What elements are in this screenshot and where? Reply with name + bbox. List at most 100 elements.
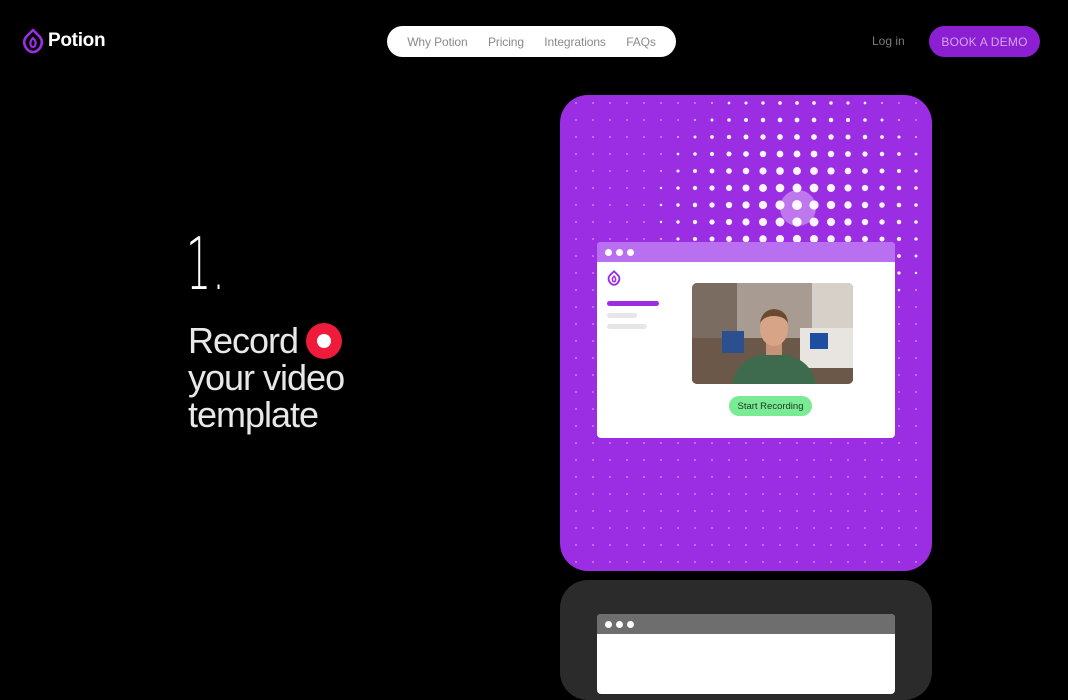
pattern-dot [709, 219, 715, 225]
pattern-dot [762, 493, 764, 495]
pattern-dot [575, 527, 577, 529]
pattern-dot [728, 442, 730, 444]
pattern-dot [709, 168, 715, 174]
pattern-dot [847, 442, 849, 444]
pattern-dot [794, 134, 800, 140]
pattern-dot [879, 168, 885, 174]
pattern-dot [915, 289, 917, 291]
pattern-dot [710, 118, 714, 122]
pattern-dot [812, 101, 816, 105]
pattern-dot [575, 459, 577, 461]
pattern-dot [864, 459, 866, 461]
nav-faqs[interactable]: FAQs [626, 35, 656, 49]
brand-name: Potion [48, 30, 106, 51]
pattern-dot [643, 187, 645, 189]
pattern-dot [881, 459, 883, 461]
pattern-dot [660, 442, 662, 444]
start-recording-button[interactable]: Start Recording [729, 396, 812, 416]
pattern-dot [609, 187, 611, 189]
nav-pricing[interactable]: Pricing [488, 35, 524, 49]
pattern-dot [676, 220, 680, 224]
pattern-dot [914, 169, 918, 173]
window-dot-icon [605, 248, 612, 256]
pattern-dot [694, 527, 696, 529]
pattern-dot [592, 510, 594, 512]
pattern-dot [660, 136, 662, 138]
nav-integrations[interactable]: Integrations [544, 35, 606, 49]
pattern-dot [915, 102, 917, 104]
pattern-dot [626, 119, 628, 121]
pattern-dot [762, 561, 764, 563]
pattern-dot [793, 167, 801, 175]
pattern-dot [609, 459, 611, 461]
window-dot-icon [616, 248, 623, 256]
pattern-dot [779, 442, 781, 444]
pattern-dot [898, 442, 900, 444]
pattern-dot [898, 459, 900, 461]
pattern-dot [762, 544, 764, 546]
pattern-dot [592, 306, 594, 308]
pattern-dot [758, 200, 768, 210]
pattern-dot [864, 476, 866, 478]
pattern-dot [796, 544, 798, 546]
pattern-dot [898, 510, 900, 512]
pattern-dot [709, 202, 715, 208]
pattern-dot [643, 476, 645, 478]
pattern-dot [609, 136, 611, 138]
pattern-dot [592, 391, 594, 393]
pattern-dot [898, 306, 900, 308]
pattern-dot [711, 442, 713, 444]
pattern-dot [643, 170, 645, 172]
pattern-dot [677, 459, 679, 461]
pattern-dot [898, 323, 900, 325]
pattern-dot [643, 442, 645, 444]
pattern-dot [762, 442, 764, 444]
brand-logo[interactable]: Potion [22, 28, 106, 54]
pattern-dot [677, 442, 679, 444]
pattern-dot [660, 527, 662, 529]
pattern-dot [915, 493, 917, 495]
pattern-dot [575, 408, 577, 410]
pattern-dot [762, 510, 764, 512]
pattern-dot [898, 391, 900, 393]
pattern-dot [592, 272, 594, 274]
pattern-dot [844, 201, 852, 209]
pattern-dot [898, 476, 900, 478]
pattern-dot [915, 119, 917, 121]
pattern-dot [659, 186, 663, 190]
pattern-dot [847, 510, 849, 512]
pattern-dot [609, 442, 611, 444]
pattern-dot [728, 527, 730, 529]
pattern-dot [898, 102, 900, 104]
pattern-dot [694, 442, 696, 444]
pattern-dot [898, 544, 900, 546]
browser-toolbar [597, 242, 895, 262]
pattern-dot [827, 150, 835, 158]
pattern-dot [575, 357, 577, 359]
pattern-dot [725, 218, 733, 226]
pattern-dot [914, 220, 918, 224]
pattern-dot [915, 510, 917, 512]
pattern-dot [745, 459, 747, 461]
pattern-dot [710, 135, 714, 139]
nav-why-potion[interactable]: Why Potion [407, 35, 467, 49]
pattern-dot [846, 101, 850, 105]
main-nav: Why Potion Pricing Integrations FAQs [387, 26, 676, 57]
pattern-dot [711, 459, 713, 461]
pattern-dot [728, 510, 730, 512]
pattern-dot [896, 202, 902, 208]
pattern-dot [847, 544, 849, 546]
pattern-dot [830, 561, 832, 563]
pattern-dot [861, 201, 869, 209]
pattern-dot [864, 527, 866, 529]
pattern-dot [575, 510, 577, 512]
pattern-dot [844, 218, 852, 226]
pattern-dot [592, 493, 594, 495]
pattern-dot [575, 153, 577, 155]
pattern-dot [575, 544, 577, 546]
webcam-video-preview [692, 283, 853, 384]
book-demo-button[interactable]: BOOK A DEMO [929, 26, 1040, 57]
pattern-dot [592, 408, 594, 410]
login-link[interactable]: Log in [872, 34, 905, 48]
pattern-dot [693, 135, 697, 139]
